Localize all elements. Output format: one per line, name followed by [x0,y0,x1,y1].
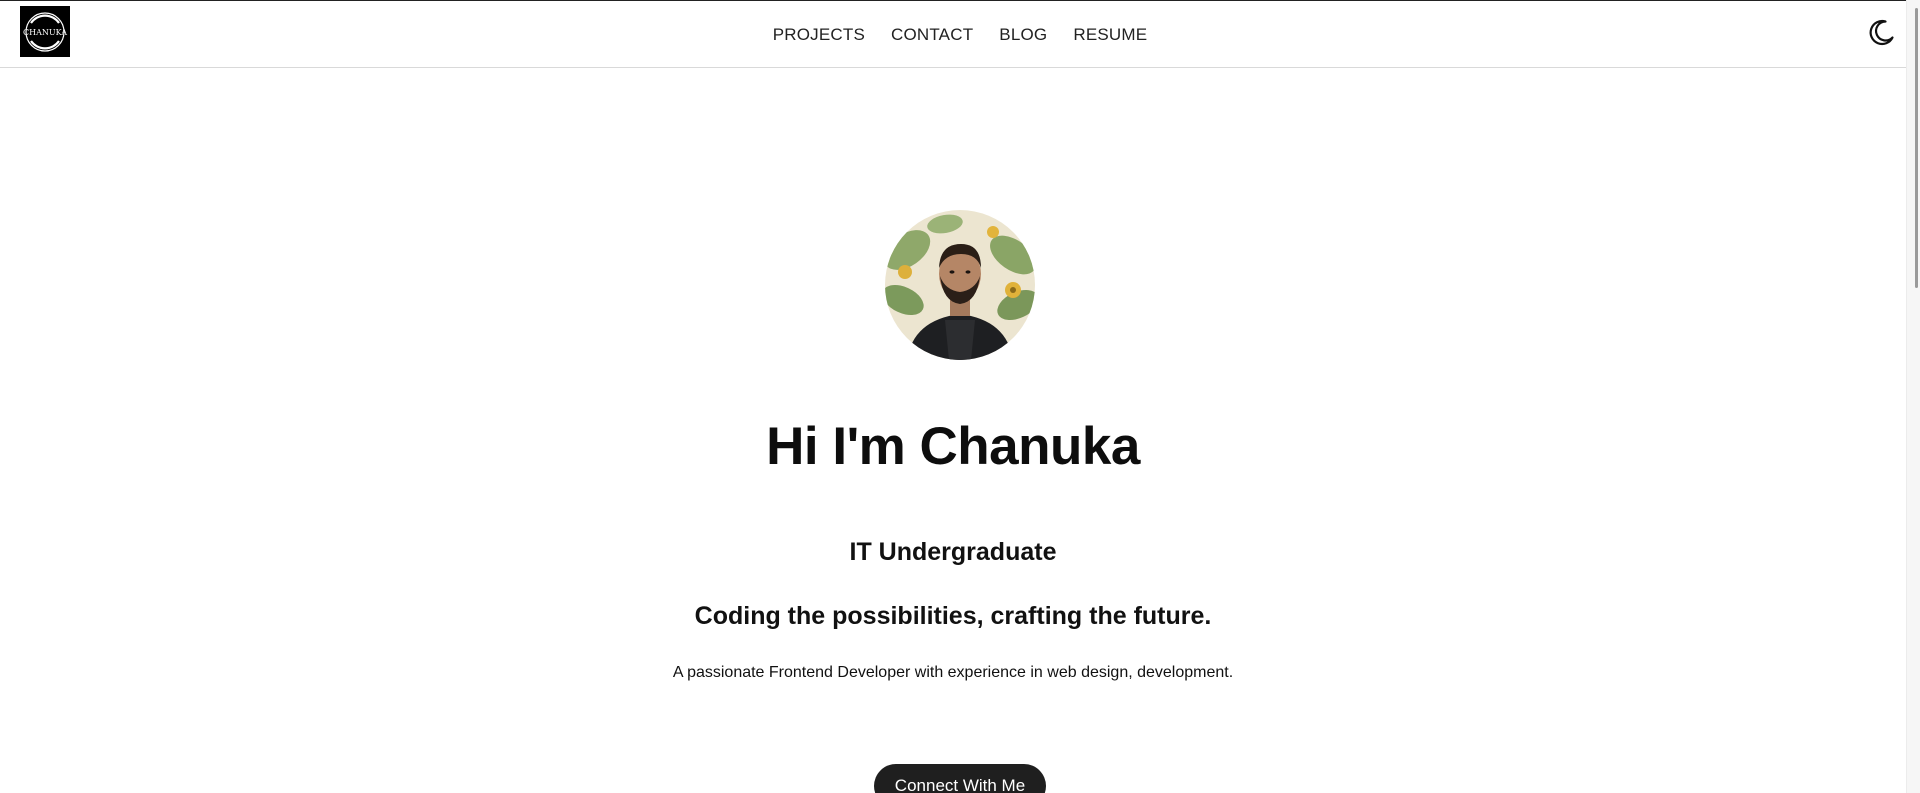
nav-link-blog[interactable]: BLOG [999,25,1047,45]
hero-tagline: Coding the possibilities, crafting the f… [694,602,1212,630]
nav-link-contact[interactable]: CONTACT [891,25,973,45]
portfolio-page: CHANUKA PROJECTS CONTACT BLOG RESUME Hi … [0,0,1920,793]
theme-toggle-button[interactable] [1864,16,1898,50]
hero-description: A passionate Frontend Developer with exp… [672,664,1234,681]
connect-button[interactable]: Connect With Me [874,764,1046,793]
hero-role: IT Undergraduate [849,538,1057,566]
profile-avatar [885,210,1035,360]
scrollbar-thumb[interactable] [1915,8,1918,288]
moon-icon [1869,19,1894,46]
profile-photo [885,210,1035,360]
hero-headline: Hi I'm Chanuka [766,417,1140,476]
hero-section: Hi I'm Chanuka IT Undergraduate Coding t… [0,68,1906,793]
top-navbar: CHANUKA PROJECTS CONTACT BLOG RESUME [0,0,1906,68]
nav-link-resume[interactable]: RESUME [1073,25,1147,45]
page-scrollbar[interactable] [1906,0,1920,793]
main-nav: PROJECTS CONTACT BLOG RESUME [0,1,1906,69]
nav-link-projects[interactable]: PROJECTS [773,25,865,45]
